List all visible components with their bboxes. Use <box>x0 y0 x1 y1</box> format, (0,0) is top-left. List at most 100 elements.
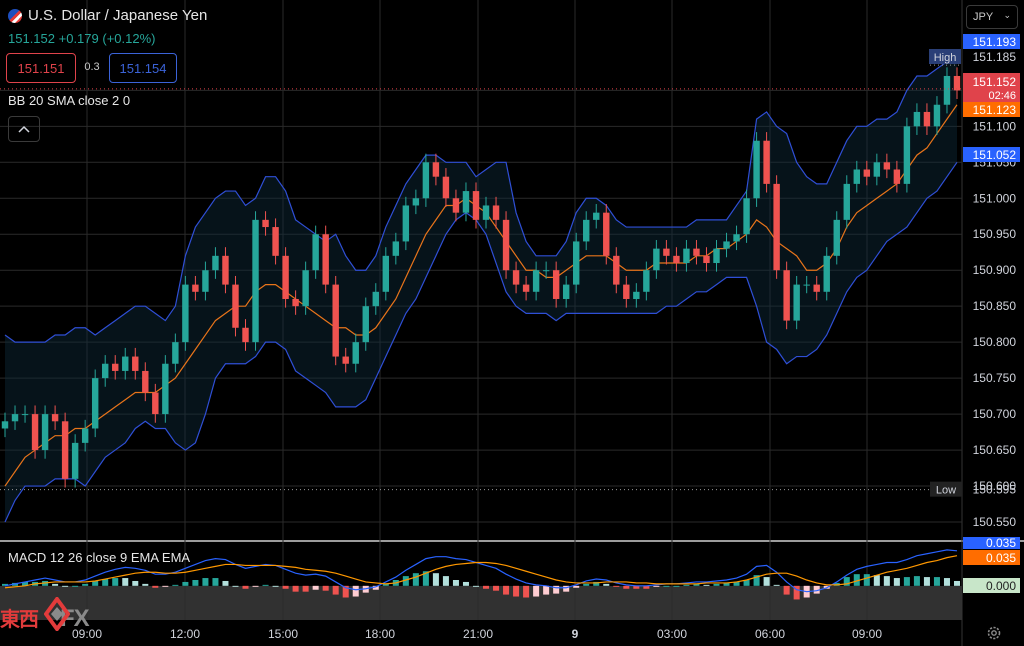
macd-indicator-label[interactable]: MACD 12 26 close 9 EMA EMA <box>8 550 190 565</box>
macd-histogram-bar <box>703 584 710 586</box>
candle <box>793 284 800 321</box>
macd-histogram-bar <box>222 580 229 586</box>
macd-histogram-bar <box>122 578 129 586</box>
macd-histogram-bar <box>62 585 69 587</box>
macd-histogram-bar <box>292 585 299 592</box>
low-label: Low <box>936 485 956 497</box>
candle <box>81 428 89 443</box>
collapse-button[interactable] <box>8 116 40 142</box>
candle <box>41 414 49 451</box>
candle <box>252 219 259 343</box>
candle <box>723 241 730 249</box>
candle <box>122 356 129 371</box>
y-tick-label: 150.550 <box>973 515 1017 529</box>
ema-price-value: 151.123 <box>973 103 1017 117</box>
macd-histogram-bar <box>873 575 880 586</box>
macd-histogram-bar <box>442 576 449 586</box>
macd-histogram-bar <box>142 583 149 586</box>
macd-histogram-bar <box>212 578 219 586</box>
bb-indicator-label[interactable]: BB 20 SMA close 2 0 <box>8 93 130 108</box>
candle <box>552 270 560 299</box>
candle <box>603 212 610 256</box>
candle <box>1 421 9 429</box>
macd-histogram-bar <box>312 585 319 590</box>
candle <box>572 241 580 285</box>
candle <box>462 191 470 213</box>
macd-histogram-bar <box>72 585 79 587</box>
macd-histogram-bar <box>272 585 279 587</box>
candle <box>773 183 780 271</box>
candle <box>402 205 410 242</box>
y-tick-label: 151.000 <box>973 191 1017 205</box>
candle <box>783 270 790 321</box>
macd-histogram-bar <box>112 578 119 586</box>
y-tick-label: 150.800 <box>973 335 1017 349</box>
macd-histogram-bar <box>503 585 510 595</box>
candle <box>182 284 189 343</box>
candle <box>512 270 520 285</box>
candle <box>372 291 379 307</box>
macd-histogram-bar <box>603 583 610 586</box>
candle <box>282 255 289 299</box>
macd-histogram-bar <box>493 585 500 591</box>
candle <box>51 414 59 422</box>
candle <box>21 414 29 416</box>
candle <box>522 284 530 292</box>
macd-histogram-bar <box>573 585 580 588</box>
candle <box>222 255 229 285</box>
macd-histogram-bar <box>262 584 269 586</box>
countdown-value: 02:46 <box>988 90 1016 102</box>
price-change: +0.179 (+0.12%) <box>58 31 156 46</box>
macd-histogram-bar <box>683 584 690 586</box>
candle <box>262 219 269 228</box>
candle <box>11 414 19 422</box>
candle <box>382 255 390 292</box>
candle <box>673 255 680 264</box>
candle <box>202 270 209 292</box>
candle <box>803 284 810 286</box>
candle <box>953 75 961 91</box>
candle <box>302 270 309 307</box>
macd-histogram-bar <box>432 573 439 586</box>
high-price-value: 151.193 <box>973 35 1017 49</box>
macd-histogram-bar <box>102 579 109 586</box>
price-quote: 151.152 +0.179 (+0.12%) <box>8 31 155 46</box>
candle <box>713 248 720 264</box>
candle <box>31 414 39 451</box>
sell-button[interactable]: 151.151 <box>6 53 76 83</box>
logo-text: 東西 <box>0 609 39 631</box>
spread-value: 0.3 <box>84 61 100 73</box>
candle <box>763 140 770 184</box>
x-tick-label: 03:00 <box>657 627 687 641</box>
macd-histogram-bar <box>663 585 670 587</box>
y-tick-label: 150.700 <box>973 407 1017 421</box>
currency-value: JPY <box>973 11 994 23</box>
candle <box>903 126 911 184</box>
candle <box>813 284 820 292</box>
macd-histogram-bar <box>953 580 961 586</box>
last-price-value: 151.152 <box>973 75 1017 89</box>
candle <box>743 198 750 235</box>
candle <box>843 183 850 220</box>
macd-histogram-bar <box>943 578 950 586</box>
candle <box>893 169 901 184</box>
macd-histogram-bar <box>172 584 179 586</box>
macd-histogram-bar <box>783 585 790 595</box>
candle <box>142 370 149 393</box>
candle <box>883 162 891 170</box>
candle <box>683 248 690 264</box>
macd-histogram-bar <box>773 584 780 586</box>
macd-histogram-bar <box>483 585 490 589</box>
macd-histogram-bar <box>52 583 59 586</box>
settings-gear-icon[interactable] <box>986 625 1002 641</box>
macd-histogram-bar <box>202 578 209 586</box>
buy-button[interactable]: 151.154 <box>109 53 177 83</box>
chevron-up-icon <box>18 125 30 133</box>
candle <box>162 363 169 415</box>
candle <box>362 306 369 343</box>
candle <box>562 284 570 299</box>
currency-select[interactable]: JPY ⌄ <box>966 5 1018 29</box>
candle <box>172 342 179 364</box>
candle <box>71 442 79 479</box>
high-mark-value: 151.185 <box>973 50 1017 64</box>
